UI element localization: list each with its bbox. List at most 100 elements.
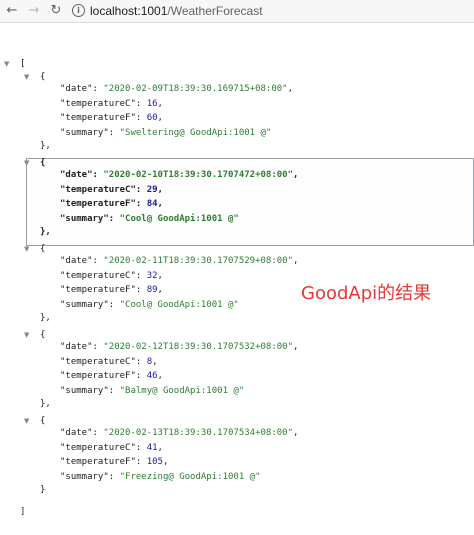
json-field-summary: "summary": "Cool@ GoodApi:1001 @" bbox=[60, 298, 239, 312]
json-key: "temperatureF": bbox=[60, 371, 147, 382]
object-open-brace: { bbox=[40, 70, 45, 84]
object-close-brace: }, bbox=[40, 139, 51, 153]
address-bar[interactable]: localhost:1001/WeatherForecast bbox=[90, 4, 263, 18]
open-brace: { bbox=[40, 72, 46, 82]
info-icon[interactable]: i bbox=[72, 4, 85, 17]
json-value: Cool@ GoodApi:1001 @ bbox=[125, 299, 234, 310]
punctuation: , bbox=[157, 442, 163, 453]
object-close-brace: }, bbox=[40, 225, 51, 239]
json-key: "temperatureF": bbox=[60, 199, 147, 210]
json-field-summary: "summary": "Cool@ GoodApi:1001 @" bbox=[60, 212, 239, 226]
punctuation: , bbox=[293, 342, 299, 352]
json-value: 2020-02-09T18:39:30.169715+08:00 bbox=[108, 84, 283, 94]
json-field-date: "date": "2020-02-13T18:39:30.1707534+08:… bbox=[60, 426, 298, 440]
json-field-temperaturef: "temperatureF": 60, bbox=[60, 111, 163, 125]
collapse-array-toggle[interactable]: ▼ bbox=[4, 60, 12, 68]
punctuation: " bbox=[238, 385, 245, 396]
close-bracket: ] bbox=[20, 507, 26, 517]
forward-arrow-icon[interactable]: → bbox=[26, 3, 42, 19]
json-key: "summary": bbox=[60, 213, 120, 224]
json-value: 32 bbox=[146, 270, 158, 281]
json-field-summary: "summary": "Freezing@ GoodApi:1001 @" bbox=[60, 470, 261, 484]
object-open-brace: { bbox=[40, 328, 45, 342]
json-field-temperaturef: "temperatureF": 46, bbox=[60, 369, 163, 383]
punctuation: , bbox=[157, 199, 163, 210]
punctuation: , bbox=[293, 256, 299, 266]
annotation-label: GoodApi的结果 bbox=[301, 283, 432, 304]
json-key: "summary": bbox=[60, 471, 120, 482]
object-close-brace: }, bbox=[40, 311, 51, 325]
json-value: 16 bbox=[146, 98, 158, 109]
punctuation: , bbox=[287, 84, 294, 94]
json-value: 2020-02-12T18:39:30.1707532+08:00 bbox=[108, 342, 288, 352]
json-key: "temperatureC": bbox=[60, 98, 147, 109]
open-brace: { bbox=[40, 244, 46, 254]
json-key: "temperatureC": bbox=[60, 184, 147, 195]
punctuation: , bbox=[162, 457, 169, 468]
json-field-date: "date": "2020-02-12T18:39:30.1707532+08:… bbox=[60, 340, 298, 354]
json-value: 41 bbox=[146, 442, 158, 453]
object-close-brace: } bbox=[40, 483, 45, 497]
close-brace: }, bbox=[40, 141, 51, 152]
array-open-bracket: [ bbox=[20, 57, 25, 71]
collapse-object-toggle[interactable]: ▼ bbox=[24, 73, 32, 81]
open-brace: { bbox=[40, 416, 46, 426]
object-open-brace: { bbox=[40, 156, 45, 170]
json-value: 2020-02-13T18:39:30.1707534+08:00 bbox=[108, 428, 288, 438]
reload-icon[interactable]: ↻ bbox=[48, 3, 64, 19]
json-key: "temperatureF": bbox=[60, 285, 147, 296]
json-value: 29 bbox=[146, 184, 158, 195]
json-key: "summary": bbox=[60, 127, 120, 138]
collapse-object-toggle[interactable]: ▼ bbox=[24, 331, 32, 339]
open-brace: { bbox=[40, 330, 46, 340]
close-brace: } bbox=[40, 485, 46, 496]
json-key: "summary": bbox=[60, 299, 120, 310]
object-close-brace: }, bbox=[40, 397, 51, 411]
punctuation: " bbox=[233, 213, 239, 224]
json-field-temperaturec: "temperatureC": 29, bbox=[60, 183, 163, 197]
json-value: 2020-02-11T18:39:30.1707529+08:00 bbox=[108, 256, 288, 266]
punctuation: " bbox=[233, 299, 239, 310]
object-open-brace: { bbox=[40, 414, 45, 428]
json-field-temperaturef: "temperatureF": 84, bbox=[60, 197, 163, 211]
json-value: 60 bbox=[146, 113, 158, 124]
url-path: /WeatherForecast bbox=[167, 4, 263, 18]
punctuation: , bbox=[157, 98, 163, 109]
punctuation: " bbox=[255, 471, 261, 482]
close-brace: }, bbox=[40, 399, 51, 410]
json-field-temperaturec: "temperatureC": 8, bbox=[60, 355, 158, 369]
punctuation: , bbox=[157, 270, 163, 281]
close-brace: }, bbox=[40, 227, 51, 238]
json-field-temperaturef: "temperatureF": 105, bbox=[60, 455, 168, 469]
collapse-object-toggle[interactable]: ▼ bbox=[24, 417, 32, 425]
json-value: Freezing@ GoodApi:1001 @ bbox=[125, 471, 256, 482]
open-bracket: [ bbox=[20, 59, 26, 69]
open-brace: { bbox=[40, 158, 46, 168]
collapse-object-toggle[interactable]: ▼ bbox=[24, 159, 32, 167]
punctuation: , bbox=[293, 428, 299, 438]
json-key: "date": bbox=[60, 84, 104, 94]
back-arrow-icon[interactable]: ← bbox=[4, 3, 20, 19]
punctuation: " bbox=[265, 127, 272, 138]
url-host: localhost:1001 bbox=[90, 4, 168, 18]
collapse-object-toggle[interactable]: ▼ bbox=[24, 245, 32, 253]
browser-toolbar: ← → ↻ i localhost:1001/WeatherForecast bbox=[0, 0, 474, 23]
json-field-summary: "summary": "Sweltering@ GoodApi:1001 @" bbox=[60, 126, 271, 140]
json-key: "date": bbox=[60, 170, 104, 180]
punctuation: , bbox=[157, 184, 163, 195]
json-value: Cool@ GoodApi:1001 @ bbox=[125, 213, 234, 224]
json-key: "temperatureF": bbox=[60, 457, 147, 468]
json-key: "temperatureF": bbox=[60, 113, 147, 124]
json-key: "date": bbox=[60, 256, 104, 266]
json-value: 105 bbox=[146, 457, 163, 468]
punctuation: , bbox=[293, 170, 299, 180]
json-value: Sweltering@ GoodApi:1001 @ bbox=[125, 127, 266, 138]
json-field-date: "date": "2020-02-09T18:39:30.169715+08:0… bbox=[60, 82, 293, 96]
json-field-date: "date": "2020-02-10T18:39:30.1707472+08:… bbox=[60, 168, 298, 182]
punctuation: , bbox=[152, 356, 158, 367]
json-field-date: "date": "2020-02-11T18:39:30.1707529+08:… bbox=[60, 254, 298, 268]
json-value: 46 bbox=[146, 371, 158, 382]
json-key: "temperatureC": bbox=[60, 356, 147, 367]
array-close-bracket: ] bbox=[20, 505, 25, 519]
punctuation: , bbox=[157, 285, 163, 296]
